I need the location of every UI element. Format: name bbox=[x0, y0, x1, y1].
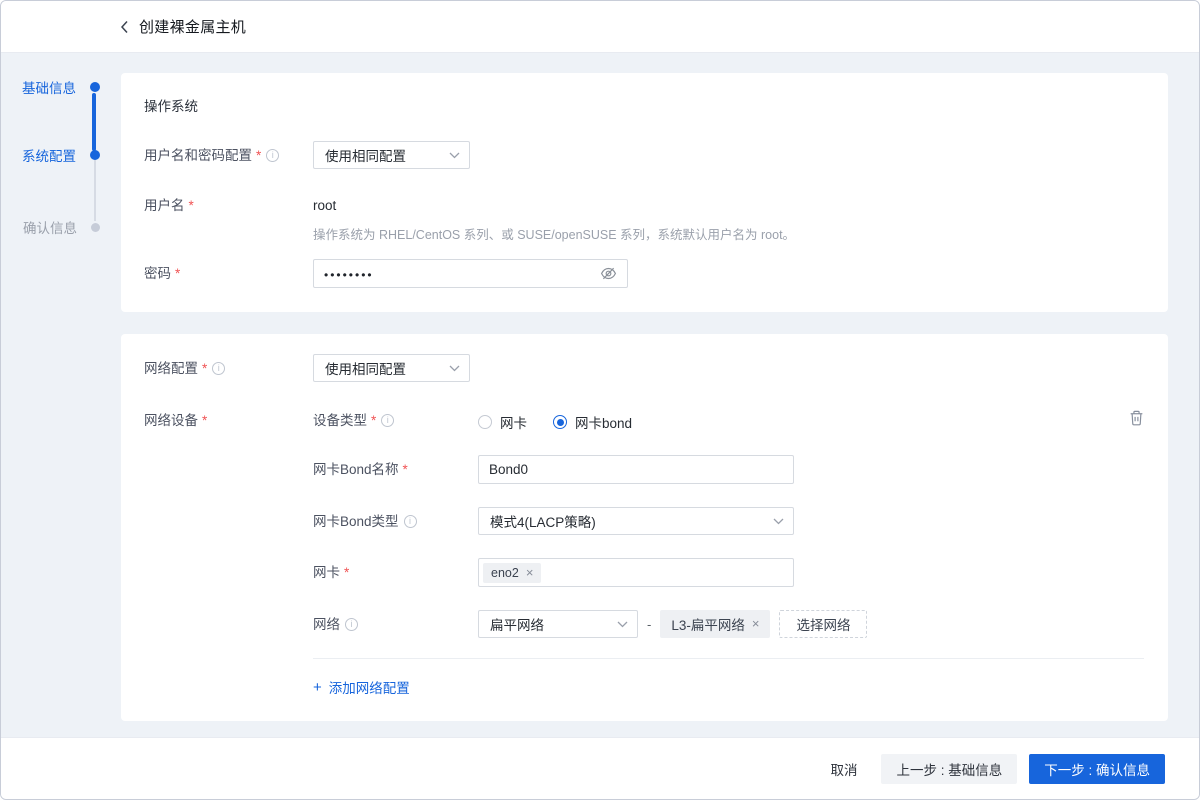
username-label: 用户名 * bbox=[144, 198, 194, 213]
credential-config-row: 用户名和密码配置 * i 使用相同配置 bbox=[144, 141, 1144, 169]
bond-type-label: 网卡Bond类型 i bbox=[313, 507, 478, 535]
content-area: 基础信息 系统配置 确认信息 操作系统 用户名和密码配置 * i 使用相同配置 … bbox=[1, 53, 1199, 737]
nic-label: 网卡 * bbox=[313, 565, 350, 580]
required-mark: * bbox=[256, 148, 262, 163]
create-baremetal-host-page: 创建裸金属主机 基础信息 系统配置 确认信息 操作系统 用户名和密码配置 * i… bbox=[0, 0, 1200, 800]
radio-nic-bond[interactable]: 网卡bond bbox=[553, 412, 632, 432]
chevron-left-icon bbox=[119, 19, 129, 35]
network-controls: 扁平网络 - L3-扁平网络 × 选择网络 bbox=[478, 610, 868, 638]
bond-name-label: 网卡Bond名称 * bbox=[313, 462, 408, 477]
chevron-down-icon bbox=[449, 365, 460, 372]
bond-type-select[interactable]: 模式4(LACP策略) bbox=[478, 507, 794, 535]
info-icon[interactable]: i bbox=[266, 149, 280, 162]
network-config-label: 网络配置 * i bbox=[144, 354, 313, 382]
required-mark: * bbox=[202, 361, 208, 376]
info-icon[interactable]: i bbox=[381, 414, 395, 427]
device-type-label: 设备类型 * i bbox=[313, 406, 478, 432]
os-section-title: 操作系统 bbox=[144, 99, 198, 114]
tag-close-icon[interactable]: × bbox=[526, 566, 534, 579]
next-step-button[interactable]: 下一步 : 确认信息 bbox=[1029, 753, 1165, 784]
network-device-panel: 设备类型 * i 网卡 网卡bond 网卡Bond名称 * Bond0 网卡Bo… bbox=[313, 406, 1144, 697]
required-mark: * bbox=[371, 413, 377, 428]
username-value: root bbox=[313, 198, 337, 213]
required-mark: * bbox=[202, 413, 208, 428]
required-mark: * bbox=[188, 198, 194, 213]
step-connector-done bbox=[92, 93, 96, 151]
cancel-button[interactable]: 取消 bbox=[830, 759, 857, 779]
network-label: 网络 i bbox=[313, 610, 478, 638]
required-mark: * bbox=[175, 266, 181, 281]
footer-bar: 取消 上一步 : 基础信息 下一步 : 确认信息 bbox=[1, 737, 1199, 799]
required-mark: * bbox=[344, 565, 350, 580]
step-system-config[interactable]: 系统配置 bbox=[1, 145, 121, 165]
network-device-label: 网络设备 * bbox=[144, 413, 208, 428]
step-basic-info[interactable]: 基础信息 bbox=[1, 77, 121, 97]
os-card: 操作系统 用户名和密码配置 * i 使用相同配置 用户名 * root 操作系统… bbox=[121, 73, 1168, 312]
select-network-button[interactable]: 选择网络 bbox=[779, 610, 868, 638]
network-row: 网络 i 扁平网络 - L3-扁平网络 × 选择网络 bbox=[313, 610, 1144, 638]
back-button[interactable] bbox=[119, 19, 129, 35]
password-masked-value: •••••••• bbox=[324, 268, 374, 282]
credential-config-select[interactable]: 使用相同配置 bbox=[313, 141, 470, 169]
add-network-config-link[interactable]: + 添加网络配置 bbox=[313, 677, 410, 697]
dash-separator: - bbox=[647, 617, 652, 632]
nic-tag-input[interactable]: eno2 × bbox=[478, 558, 794, 587]
info-icon[interactable]: i bbox=[212, 362, 226, 375]
password-input[interactable]: •••••••• bbox=[313, 259, 628, 288]
credential-config-label: 用户名和密码配置 * i bbox=[144, 141, 313, 169]
network-device-row: 网络设备 * 设备类型 * i 网卡 网卡bond 网卡Bond名称 * Bon… bbox=[144, 406, 1144, 697]
step-dot bbox=[90, 82, 100, 92]
nic-row: 网卡 * eno2 × bbox=[313, 558, 1144, 587]
nic-tag: eno2 × bbox=[483, 562, 542, 583]
password-label: 密码 * bbox=[144, 266, 181, 281]
prev-step-button[interactable]: 上一步 : 基础信息 bbox=[881, 753, 1018, 784]
device-type-radio-group: 网卡 网卡bond bbox=[478, 406, 632, 432]
radio-nic[interactable]: 网卡 bbox=[478, 412, 527, 432]
network-config-row: 网络配置 * i 使用相同配置 bbox=[144, 354, 1144, 382]
chevron-down-icon bbox=[617, 621, 628, 628]
step-dot bbox=[91, 222, 100, 232]
main-column: 操作系统 用户名和密码配置 * i 使用相同配置 用户名 * root 操作系统… bbox=[121, 53, 1199, 737]
username-row: 用户名 * root 操作系统为 RHEL/CentOS 系列、或 SUSE/op… bbox=[144, 191, 1144, 243]
username-value-block: root 操作系统为 RHEL/CentOS 系列、或 SUSE/openSUS… bbox=[313, 191, 795, 243]
delete-device-button[interactable] bbox=[1129, 410, 1144, 426]
bond-name-input[interactable]: Bond0 bbox=[478, 455, 794, 484]
page-title: 创建裸金属主机 bbox=[139, 19, 247, 36]
step-connector-pending bbox=[93, 159, 96, 221]
page-header: 创建裸金属主机 bbox=[1, 1, 1199, 53]
radio-circle-checked bbox=[553, 415, 567, 429]
plus-icon: + bbox=[313, 678, 322, 696]
password-row: 密码 * •••••••• bbox=[144, 259, 1144, 288]
required-mark: * bbox=[402, 462, 408, 477]
eye-off-icon[interactable] bbox=[600, 265, 617, 282]
info-icon[interactable]: i bbox=[345, 618, 358, 631]
trash-icon bbox=[1129, 410, 1144, 426]
tag-close-icon[interactable]: × bbox=[752, 617, 760, 630]
bond-name-row: 网卡Bond名称 * Bond0 bbox=[313, 455, 1144, 484]
network-type-select[interactable]: 扁平网络 bbox=[478, 610, 638, 638]
step-dot bbox=[90, 150, 100, 160]
selected-network-tag: L3-扁平网络 × bbox=[660, 610, 771, 638]
info-icon[interactable]: i bbox=[403, 515, 417, 528]
step-rail: 基础信息 系统配置 确认信息 bbox=[1, 53, 121, 737]
bond-type-row: 网卡Bond类型 i 模式4(LACP策略) bbox=[313, 507, 1144, 535]
network-config-select[interactable]: 使用相同配置 bbox=[313, 354, 470, 382]
network-card: 网络配置 * i 使用相同配置 网络设备 * 设备类型 * i 网卡 网卡bon… bbox=[121, 334, 1168, 721]
step-confirm-info[interactable]: 确认信息 bbox=[1, 217, 121, 237]
username-hint: 操作系统为 RHEL/CentOS 系列、或 SUSE/openSUSE 系列，… bbox=[313, 228, 796, 242]
chevron-down-icon bbox=[773, 518, 784, 525]
radio-circle bbox=[478, 415, 492, 429]
chevron-down-icon bbox=[449, 152, 460, 159]
device-type-row: 设备类型 * i 网卡 网卡bond bbox=[313, 406, 1144, 432]
panel-divider bbox=[313, 658, 1144, 659]
